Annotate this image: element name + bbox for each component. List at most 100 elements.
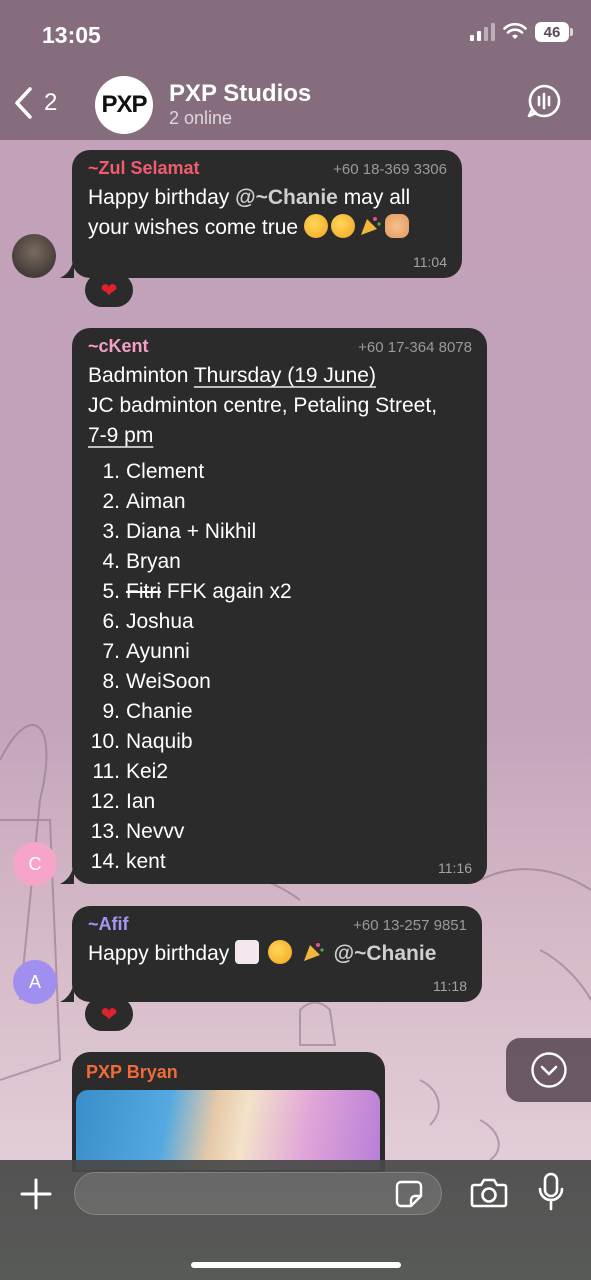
message-time: 11:18 xyxy=(433,978,467,994)
list-number: 7. xyxy=(102,640,120,663)
message-bubble[interactable]: ~Zul Selamat +60 18-369 3306 Happy birth… xyxy=(72,150,462,278)
message-text-part: JC badminton centre, Petaling Street, xyxy=(88,394,438,417)
list-item: 10. Naquib xyxy=(88,727,471,757)
list-text: Diana + Nikhil xyxy=(126,520,257,543)
status-time: 13:05 xyxy=(42,22,101,48)
battery-icon: 46 xyxy=(535,22,573,42)
list-item: 11. Kei2 xyxy=(88,757,471,787)
group-name[interactable]: PXP Studios xyxy=(169,80,311,108)
sender-phone: +60 18-369 3306 xyxy=(333,161,447,178)
back-chevron-icon xyxy=(15,87,32,119)
list-item: 9. Chanie xyxy=(88,697,471,727)
list-number: 5. xyxy=(102,580,120,603)
list-item: 14. kent xyxy=(88,847,471,877)
avatar[interactable]: C xyxy=(13,842,57,886)
scroll-down-icon xyxy=(530,1052,567,1088)
list-item: 3. Diana + Nikhil xyxy=(88,517,471,547)
attendee-list: 1. Clement 2. Aiman 3. Diana + Nikhil 4. Bry… xyxy=(88,457,471,877)
list-number: 4. xyxy=(102,550,120,573)
message-text: Badminton Thursday (19 June) JC badminto… xyxy=(88,361,471,451)
list-text: Kei2 xyxy=(126,760,169,783)
list-text: Naquib xyxy=(126,730,193,753)
mention-link[interactable]: @~Chanie xyxy=(235,186,338,209)
voice-chat-icon xyxy=(527,84,561,118)
list-number: 11. xyxy=(92,760,120,783)
message-text-part: Badminton xyxy=(88,364,194,387)
status-icons: 46 xyxy=(470,22,573,42)
list-number: 10. xyxy=(90,730,120,753)
list-text: Ian xyxy=(126,790,156,813)
microphone-button[interactable] xyxy=(537,1172,565,1217)
list-text: Bryan xyxy=(126,550,181,573)
list-text: Joshua xyxy=(126,610,194,633)
voice-chat-button[interactable] xyxy=(527,84,561,123)
list-number: 13. xyxy=(90,820,120,843)
camera-button[interactable] xyxy=(470,1176,508,1215)
list-item: 5. Fitri FFK again x2 xyxy=(88,577,471,607)
message-photo[interactable] xyxy=(76,1090,380,1170)
sticker-icon xyxy=(395,1180,423,1208)
list-text: FFK again x2 xyxy=(161,580,292,603)
list-text: Aiman xyxy=(126,490,186,513)
message-time: 11:04 xyxy=(413,254,447,270)
emoji-party-face xyxy=(330,214,355,238)
list-item: 1. Clement xyxy=(88,457,471,487)
online-status: 2 online xyxy=(169,108,233,128)
list-item: 4. Bryan xyxy=(88,547,471,577)
list-text: Ayunni xyxy=(126,640,190,663)
list-item: 7. Ayunni xyxy=(88,637,471,667)
sender-phone: +60 17-364 8078 xyxy=(358,339,472,356)
list-number: 6. xyxy=(102,610,120,633)
list-number: 3. xyxy=(102,520,120,543)
list-item: 13. Nevvv xyxy=(88,817,471,847)
date-link[interactable]: Thursday (19 June) xyxy=(194,364,376,387)
reaction-heart[interactable]: ❤ xyxy=(85,273,133,307)
mention-link[interactable]: @~Chanie xyxy=(334,942,437,965)
sticker-button[interactable] xyxy=(394,1179,424,1214)
message-input[interactable] xyxy=(74,1172,442,1215)
avatar[interactable] xyxy=(12,234,56,278)
avatar-letter: C xyxy=(28,853,42,874)
emoji-party-face xyxy=(303,214,328,238)
group-avatar[interactable]: PXP xyxy=(95,76,153,134)
message-text-part: Happy birthday xyxy=(88,942,236,965)
list-text: WeiSoon xyxy=(126,670,211,693)
home-indicator[interactable] xyxy=(191,1262,401,1268)
top-bar xyxy=(0,0,591,140)
emoji-cake xyxy=(235,940,260,964)
message-text-part: Happy birthday xyxy=(88,186,236,209)
list-number: 1. xyxy=(102,460,120,483)
emoji-heart-hands xyxy=(384,214,409,238)
wifi-icon xyxy=(503,23,527,39)
emoji-party-popper xyxy=(360,217,381,235)
attach-button[interactable] xyxy=(18,1176,54,1217)
time-link[interactable]: 7-9 pm xyxy=(88,424,153,447)
reaction-heart[interactable]: ❤ xyxy=(85,997,133,1031)
list-text: Nevvv xyxy=(126,820,185,843)
avatar-letter: A xyxy=(28,971,41,992)
unread-count: 2 xyxy=(44,89,58,116)
sender-phone: +60 13-257 9851 xyxy=(353,917,467,934)
message-time: 11:16 xyxy=(438,860,472,876)
back-button[interactable]: 2 xyxy=(12,86,57,120)
list-item: 12. Ian xyxy=(88,787,471,817)
emoji-party-popper xyxy=(303,943,324,961)
list-text: Clement xyxy=(126,460,205,483)
avatar[interactable]: A xyxy=(13,960,57,1004)
list-text: kent xyxy=(126,850,166,873)
list-item: 2. Aiman xyxy=(88,487,471,517)
message-text: Happy birthday @~Chanie xyxy=(88,939,466,969)
cellular-signal-icon xyxy=(470,23,495,41)
list-number: 2. xyxy=(102,490,120,513)
list-item: 8. WeiSoon xyxy=(88,667,471,697)
message-text: Happy birthday @~Chanie may all your wis… xyxy=(88,183,446,243)
message-bubble[interactable]: ~Afif +60 13-257 9851 Happy birthday @~C… xyxy=(72,906,482,1002)
list-text: Chanie xyxy=(126,700,193,723)
list-item: 6. Joshua xyxy=(88,607,471,637)
scroll-down-button[interactable] xyxy=(506,1038,591,1102)
message-bubble[interactable]: ~cKent +60 17-364 8078 Badminton Thursda… xyxy=(72,328,487,884)
microphone-icon xyxy=(538,1172,564,1211)
message-sender[interactable]: PXP Bryan xyxy=(86,1062,178,1083)
list-number: 12. xyxy=(90,790,120,813)
camera-icon xyxy=(470,1178,508,1208)
